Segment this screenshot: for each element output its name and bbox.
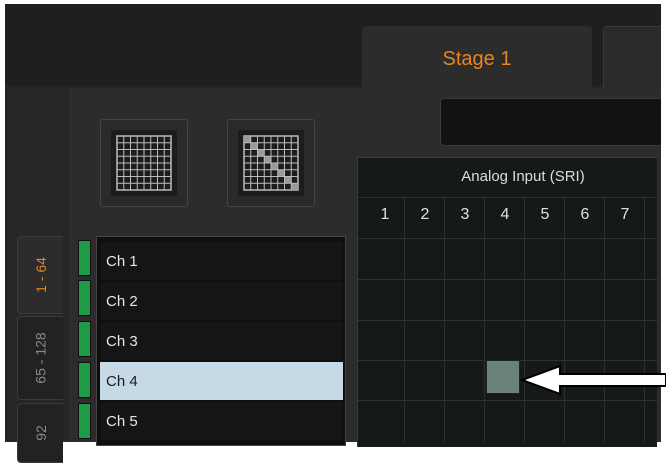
bank-tab-label: 65 - 128: [32, 332, 49, 384]
matrix-gridline: [358, 197, 658, 198]
channel-row-ch-3[interactable]: Ch 3: [100, 322, 343, 360]
tab-stage-1[interactable]: Stage 1: [362, 26, 592, 92]
name-field[interactable]: [440, 98, 661, 146]
callout-arrow-icon: [519, 364, 666, 396]
matrix-gridline: [524, 198, 525, 442]
bank-tab-label: 92: [32, 425, 49, 441]
matrix-column-header: 5: [540, 206, 550, 223]
channel-row-ch-1[interactable]: Ch 1: [100, 242, 343, 280]
matrix-column-header: 7: [620, 206, 630, 223]
matrix-gridline: [644, 198, 645, 442]
channel-row-ch-5[interactable]: Ch 5: [100, 402, 343, 440]
matrix-gridline: [358, 320, 658, 321]
matrix-gridline: [604, 198, 605, 442]
tab-next[interactable]: [603, 26, 661, 92]
channel-row-ch-4[interactable]: Ch 4: [100, 362, 343, 400]
channel-color-strip: [78, 321, 91, 357]
grid-view-button[interactable]: [100, 119, 188, 207]
routing-matrix: [357, 157, 657, 447]
matrix-column-header: 6: [580, 206, 590, 223]
matrix-gridline: [404, 198, 405, 442]
bank-tab-next[interactable]: 92: [17, 403, 63, 463]
matrix-column-header: 4: [500, 206, 510, 223]
diagonal-view-icon: [238, 130, 304, 196]
channel-color-strip: [78, 280, 91, 316]
diagonal-view-button[interactable]: [227, 119, 315, 207]
bank-tab-1-64[interactable]: 1 - 64: [17, 236, 63, 314]
matrix-gridline: [484, 198, 485, 442]
matrix-column-header: 1: [380, 206, 390, 223]
bank-tab-65-128[interactable]: 65 - 128: [17, 316, 63, 400]
matrix-gridline: [564, 198, 565, 442]
channel-color-strips: [78, 236, 94, 446]
channel-color-strip: [78, 362, 91, 398]
channel-row-ch-2[interactable]: Ch 2: [100, 282, 343, 320]
matrix-gridline: [358, 238, 658, 239]
matrix-title: Analog Input (SRI): [461, 168, 585, 185]
matrix-column-header: 2: [420, 206, 430, 223]
bank-tab-label: 1 - 64: [32, 257, 49, 293]
matrix-gridline: [358, 279, 658, 280]
grid-view-icon: [111, 130, 177, 196]
matrix-column-header: 3: [460, 206, 470, 223]
channel-color-strip: [78, 240, 91, 276]
matrix-gridline: [358, 400, 658, 401]
channel-color-strip: [78, 403, 91, 439]
matrix-gridline: [444, 198, 445, 442]
